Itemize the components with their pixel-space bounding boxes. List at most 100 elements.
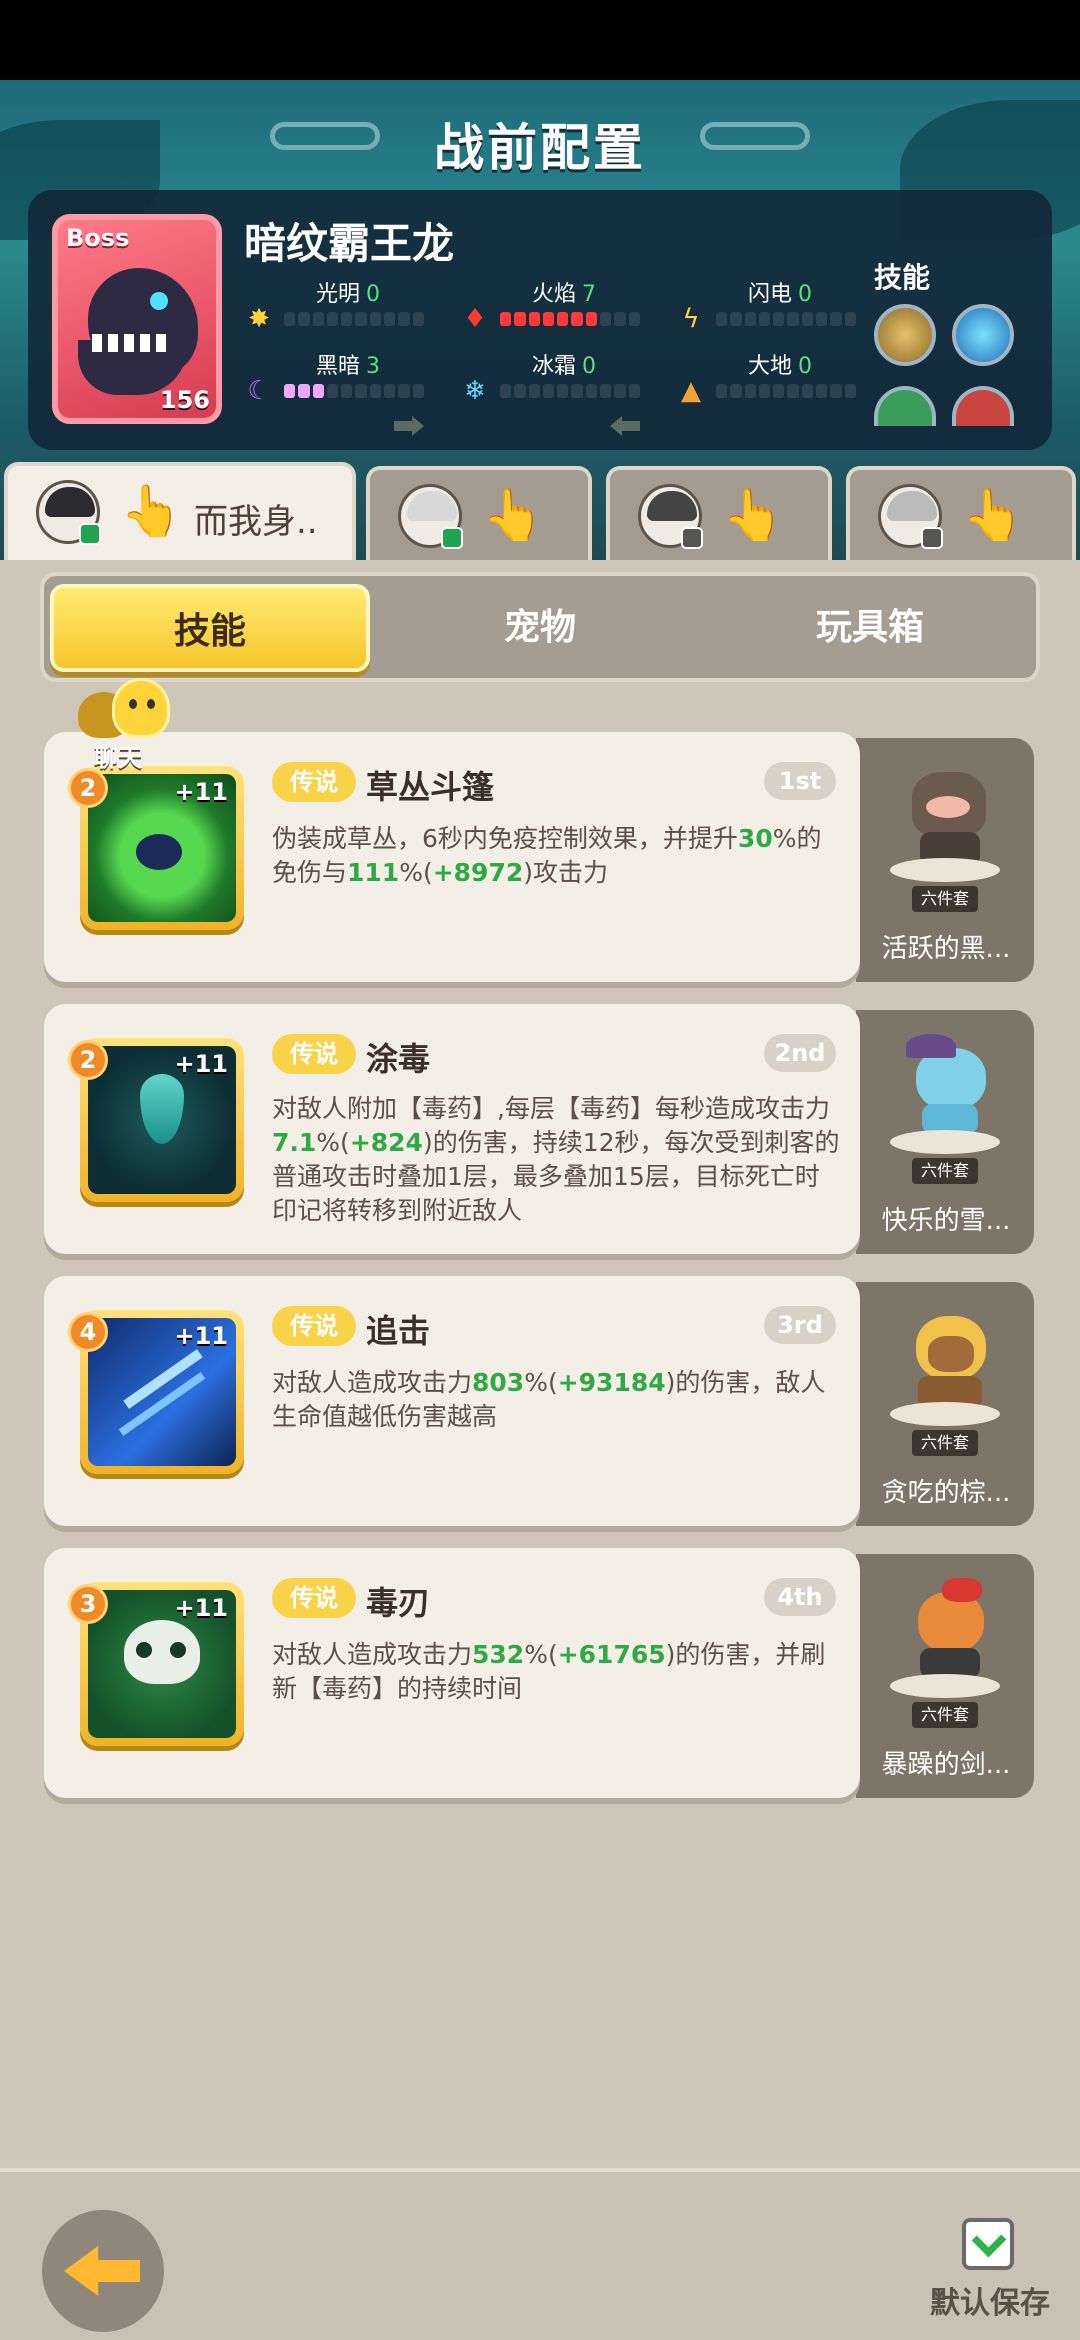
pet-slot[interactable]: 六件套 快乐的雪... — [856, 1010, 1034, 1254]
avatar — [36, 480, 101, 545]
chat-label: 聊天 — [94, 744, 142, 772]
avatar — [638, 484, 703, 549]
skill-rank: 3rd — [764, 1306, 836, 1344]
skill-level-badge: 4 — [68, 1312, 108, 1352]
pet-base — [890, 858, 1000, 882]
pet-slot[interactable]: 六件套 贪吃的棕... — [856, 1282, 1034, 1526]
pet-name: 快乐的雪... — [881, 1206, 1011, 1236]
skill-level-badge: 3 — [68, 1584, 108, 1624]
pet-base — [890, 1674, 1000, 1698]
boss-portrait[interactable]: Boss 156 — [52, 214, 222, 424]
hand-icon: 👆 — [722, 486, 785, 544]
stat-earth: 大地 0 ▲ — [676, 348, 876, 412]
stat-fire: 火焰 7 ♦ — [460, 276, 660, 340]
pet-set-badge: 六件套 — [912, 886, 978, 912]
tab-toybox[interactable]: 玩具箱 — [710, 584, 1030, 672]
boss-skill-icon[interactable] — [952, 304, 1014, 366]
counter-arrow-icon — [610, 416, 640, 436]
character-tab-3[interactable]: 👆 — [606, 466, 832, 562]
character-tab-2[interactable]: 👆 — [366, 466, 592, 562]
moon-icon: ☾ — [247, 376, 271, 406]
bush-icon: +11 — [88, 774, 236, 922]
default-save-checkbox[interactable] — [962, 2218, 1014, 2270]
pet-figure — [906, 1578, 994, 1678]
boss-skills-label: 技能 — [874, 261, 931, 294]
pet-set-badge: 六件套 — [912, 1702, 978, 1728]
hand-icon: 👆 — [482, 486, 545, 544]
pet-set-badge: 六件套 — [912, 1430, 978, 1456]
back-arrow-icon — [64, 2246, 140, 2296]
character-tab-1[interactable]: 👆 而我身.. — [4, 462, 356, 562]
bottom-bar: 默认保存 — [0, 2168, 1080, 2340]
skill-row: 六件套 暴躁的剑... +11 3 传说 毒刃 4th 对敌人造成攻击力532%… — [44, 1548, 1034, 1798]
stat-bar — [284, 384, 424, 398]
skill-row: 六件套 快乐的雪... +11 2 传说 涂毒 2nd 对敌人附加【毒药】,每层… — [44, 1004, 1034, 1254]
skill-name: 毒刃 — [366, 1584, 431, 1622]
counter-arrow-icon — [394, 416, 424, 436]
skill-name: 追击 — [366, 1312, 431, 1350]
pursuit-slash-icon: +11 — [88, 1318, 236, 1466]
skill-description: 对敌人附加【毒药】,每层【毒药】每秒造成攻击力7.1%(+824)的伤害，持续1… — [272, 1094, 840, 1225]
pet-name: 贪吃的棕... — [881, 1478, 1011, 1508]
boss-level: 156 — [159, 386, 210, 414]
stat-bar — [500, 384, 640, 398]
boss-name: 暗纹霸王龙 — [244, 219, 455, 268]
snowflake-icon: ❄ — [464, 376, 486, 406]
skull-icon: +11 — [88, 1590, 236, 1738]
dragon-eye — [150, 292, 168, 310]
skill-description: 对敌人造成攻击力803%(+93184)的伤害，敌人生命值越低伤害越高 — [272, 1368, 826, 1431]
pet-set-badge: 六件套 — [912, 1158, 978, 1184]
legendary-badge: 传说 — [272, 1306, 356, 1346]
avatar — [398, 484, 463, 549]
stat-frost: 冰霜 0 ❄ — [460, 348, 660, 412]
skill-name: 草丛斗篷 — [366, 768, 495, 806]
stat-label: 黑暗 — [315, 354, 360, 379]
lightning-icon: ϟ — [682, 304, 700, 334]
stat-value: 0 — [582, 354, 596, 379]
pet-figure — [906, 1034, 994, 1134]
page-title: 战前配置 — [434, 119, 646, 177]
segment-tabs: 技能 宠物 玩具箱 — [40, 572, 1040, 682]
stat-value: 0 — [798, 354, 812, 379]
stat-bar — [284, 312, 424, 326]
skill-level-badge: 2 — [68, 1040, 108, 1080]
skill-card[interactable]: +11 3 传说 毒刃 4th 对敌人造成攻击力532%(+61765)的伤害，… — [44, 1548, 860, 1798]
character-tab-4[interactable]: 👆 — [846, 466, 1076, 562]
hand-icon: 👆 — [962, 486, 1025, 544]
pet-base — [890, 1402, 1000, 1426]
stat-label: 冰霜 — [531, 354, 576, 379]
pet-figure — [906, 762, 994, 866]
sun-icon: ✸ — [248, 304, 270, 334]
main-panel: 技能 宠物 玩具箱 六件套 活跃的黑... +11 2 传说 草丛斗篷 1st … — [0, 560, 1080, 2160]
pet-name: 暴躁的剑... — [881, 1750, 1011, 1780]
boss-skill-icon[interactable] — [874, 304, 936, 366]
skill-plus: +11 — [174, 1322, 228, 1350]
skill-plus: +11 — [174, 1594, 228, 1622]
stat-label: 闪电 — [747, 282, 792, 307]
skill-card[interactable]: +11 2 传说 涂毒 2nd 对敌人附加【毒药】,每层【毒药】每秒造成攻击力7… — [44, 1004, 860, 1254]
stat-bar — [500, 312, 640, 326]
skill-level-badge: 2 — [68, 768, 108, 808]
chat-button[interactable]: 聊天 — [78, 670, 188, 772]
pet-name: 活跃的黑... — [881, 934, 1011, 964]
stat-value: 7 — [582, 282, 596, 307]
boss-skill-icon[interactable] — [874, 386, 936, 426]
legendary-badge: 传说 — [272, 1578, 356, 1618]
pet-base — [890, 1130, 1000, 1154]
stat-value: 0 — [366, 282, 380, 307]
character-name: 而我身.. — [194, 502, 318, 542]
flame-icon: ♦ — [463, 304, 487, 334]
boss-panel: Boss 156 暗纹霸王龙 光明 0 ✸ 火焰 7 ♦ 闪电 0 ϟ 黑暗 3 ☾ — [28, 190, 1052, 450]
back-button[interactable] — [42, 2210, 164, 2332]
skill-description: 伪装成草丛，6秒内免疫控制效果，并提升30%的免伤与111%(+8972)攻击力 — [272, 824, 822, 887]
skill-card[interactable]: +11 4 传说 追击 3rd 对敌人造成攻击力803%(+93184)的伤害，… — [44, 1276, 860, 1526]
pet-slot[interactable]: 六件套 暴躁的剑... — [856, 1554, 1034, 1798]
skill-row: 六件套 活跃的黑... +11 2 传说 草丛斗篷 1st 伪装成草丛，6秒内免… — [44, 732, 1034, 982]
default-save-label: 默认保存 — [930, 2286, 1050, 2321]
avatar — [878, 484, 943, 549]
tab-pets[interactable]: 宠物 — [380, 584, 700, 672]
boss-skill-icon[interactable] — [952, 386, 1014, 426]
pet-slot[interactable]: 六件套 活跃的黑... — [856, 738, 1034, 982]
skill-row: 六件套 贪吃的棕... +11 4 传说 追击 3rd 对敌人造成攻击力803%… — [44, 1276, 1034, 1526]
tab-skills[interactable]: 技能 — [50, 584, 370, 672]
